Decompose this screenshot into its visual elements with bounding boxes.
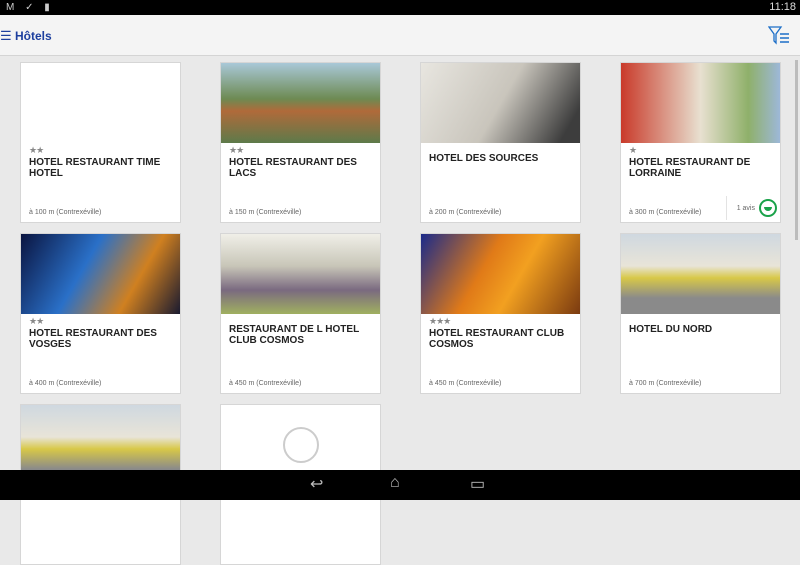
smiley-icon (759, 199, 777, 217)
hotel-card[interactable]: ★ HOTEL RESTAURANT DE LORRAINE à 300 m (Co… (620, 62, 781, 223)
clock: 11:18 (769, 1, 796, 13)
hotel-card[interactable]: HOTEL DU NORD à 700 m (Contrexéville) (620, 233, 781, 394)
no-photo-icon (283, 427, 319, 463)
hotel-name: HOTEL RESTAURANT DES VOSGES (29, 328, 157, 350)
hotel-photo (421, 63, 580, 143)
hotel-name: HOTEL RESTAURANT CLUB COSMOS (429, 328, 565, 350)
hotel-name: RESTAURANT DE L HOTEL CLUB COSMOS (229, 324, 360, 346)
recents-icon[interactable]: ▭ (470, 474, 485, 494)
star-rating: ★★ (29, 145, 44, 155)
hotel-card[interactable]: ★★ HOTEL RESTAURANT TIME HOTEL à 100 m (Co… (20, 62, 181, 223)
hotel-name: HOTEL DU NORD (629, 324, 713, 335)
hotel-distance: à 450 m (Contrexéville) (229, 380, 302, 387)
hotel-photo (21, 63, 180, 143)
star-rating: ★★ (29, 316, 44, 326)
hotel-distance: à 100 m (Contrexéville) (29, 209, 102, 216)
notification-icons: M ✓ ▮ (6, 2, 54, 13)
hotel-photo (221, 234, 380, 314)
hotel-photo (621, 234, 780, 314)
page-title: Hôtels (15, 29, 52, 43)
hotel-name: HOTEL RESTAURANT DES LACS (229, 157, 357, 179)
hotel-name: HOTEL RESTAURANT TIME HOTEL (29, 157, 161, 179)
reviews[interactable]: 1 avis (725, 196, 777, 220)
status-bar: M ✓ ▮ 11:18 (0, 0, 800, 15)
hotel-distance: à 450 m (Contrexéville) (429, 380, 502, 387)
hotel-distance: à 200 m (Contrexéville) (429, 209, 502, 216)
hotel-photo (421, 234, 580, 314)
scrollbar[interactable] (795, 60, 798, 240)
review-count: 1 avis (736, 204, 755, 212)
hotel-card[interactable]: RESTAURANT DE L HOTEL CLUB COSMOS à 450 m… (220, 233, 381, 394)
menu-icon[interactable]: ☰ (0, 28, 12, 44)
hotel-card[interactable]: ★★ HOTEL RESTAURANT DES LACS à 150 m (Cont… (220, 62, 381, 223)
hotel-card[interactable]: ★★ HOTEL RESTAURANT DES VOSGES à 400 m (Co… (20, 233, 181, 394)
hotel-distance: à 400 m (Contrexéville) (29, 380, 102, 387)
hotel-name: HOTEL RESTAURANT DE LORRAINE (629, 157, 751, 179)
star-rating: ★★ (229, 145, 244, 155)
hotel-photo (621, 63, 780, 143)
hotel-card[interactable]: HOTEL DES SOURCES à 200 m (Contrexéville) (420, 62, 581, 223)
app-bar: ☰ Hôtels (0, 15, 800, 56)
hotel-name: HOTEL DES SOURCES (429, 153, 539, 164)
hotel-distance: à 700 m (Contrexéville) (629, 380, 702, 387)
home-icon[interactable]: ⌂ (390, 474, 400, 492)
nav-bar: ↩ ⌂ ▭ (0, 470, 800, 500)
hotel-distance: à 150 m (Contrexéville) (229, 209, 302, 216)
filter-icon[interactable] (768, 25, 790, 45)
hotel-photo (21, 234, 180, 314)
hotel-distance: à 300 m (Contrexéville) (629, 209, 702, 216)
star-rating: ★★★ (429, 316, 451, 326)
back-icon[interactable]: ↩ (310, 474, 323, 494)
star-rating: ★ (629, 145, 637, 155)
hotel-card[interactable]: ★★★ HOTEL RESTAURANT CLUB COSMOS à 450 m (… (420, 233, 581, 394)
hotel-photo (221, 63, 380, 143)
